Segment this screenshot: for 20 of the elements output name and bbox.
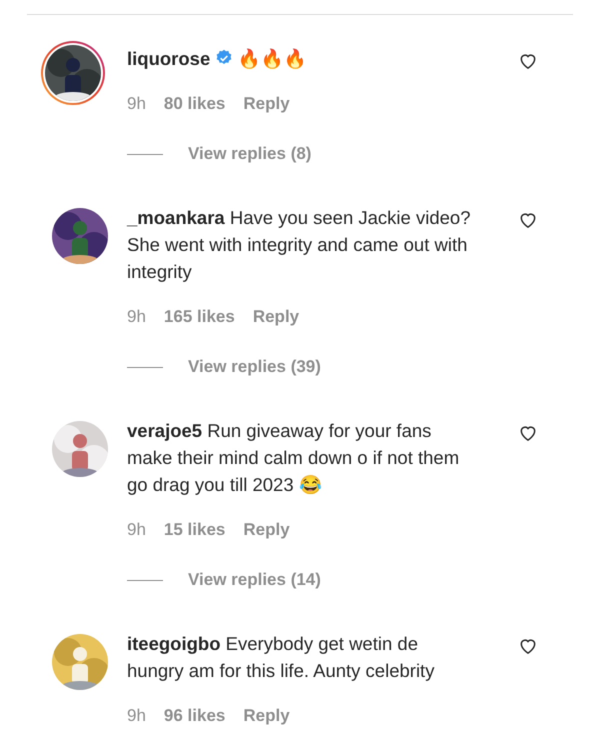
comment-time: 9h [127, 94, 146, 114]
comment-text: iteegoigbo Everybody get wetin de hungry am for this life. Aunty celebrity [127, 632, 436, 683]
comment-time: 9h [127, 307, 146, 327]
username-link[interactable]: liquorose [127, 48, 210, 69]
comment-text: 🔥🔥🔥 [237, 48, 306, 69]
view-replies-link[interactable]: View replies (14) [188, 570, 321, 590]
reply-link[interactable]: Reply [243, 94, 290, 114]
comment-text: _moankara Have you seen Jackie video? She went with integrity and came out with integrity [127, 206, 472, 284]
likes-count[interactable]: 15 likes [164, 520, 226, 540]
reply-link[interactable]: Reply [252, 307, 300, 327]
likes-count[interactable]: 96 likes [164, 706, 226, 726]
comment-text: verajoe5 Run giveaway for your fans make their mind calm down o if not them go drag you till 2023 😂 [127, 419, 460, 497]
view-replies-link[interactable]: View replies (8) [188, 144, 312, 164]
likes-count[interactable]: 80 likes [164, 94, 226, 114]
comment-time: 9h [127, 520, 146, 540]
view-replies-link[interactable]: View replies (39) [188, 357, 321, 377]
reply-link[interactable]: Reply [243, 706, 290, 726]
comment-time: 9h [127, 706, 146, 726]
likes-count[interactable]: 165 likes [164, 307, 235, 327]
reply-link[interactable]: Reply [243, 520, 290, 540]
